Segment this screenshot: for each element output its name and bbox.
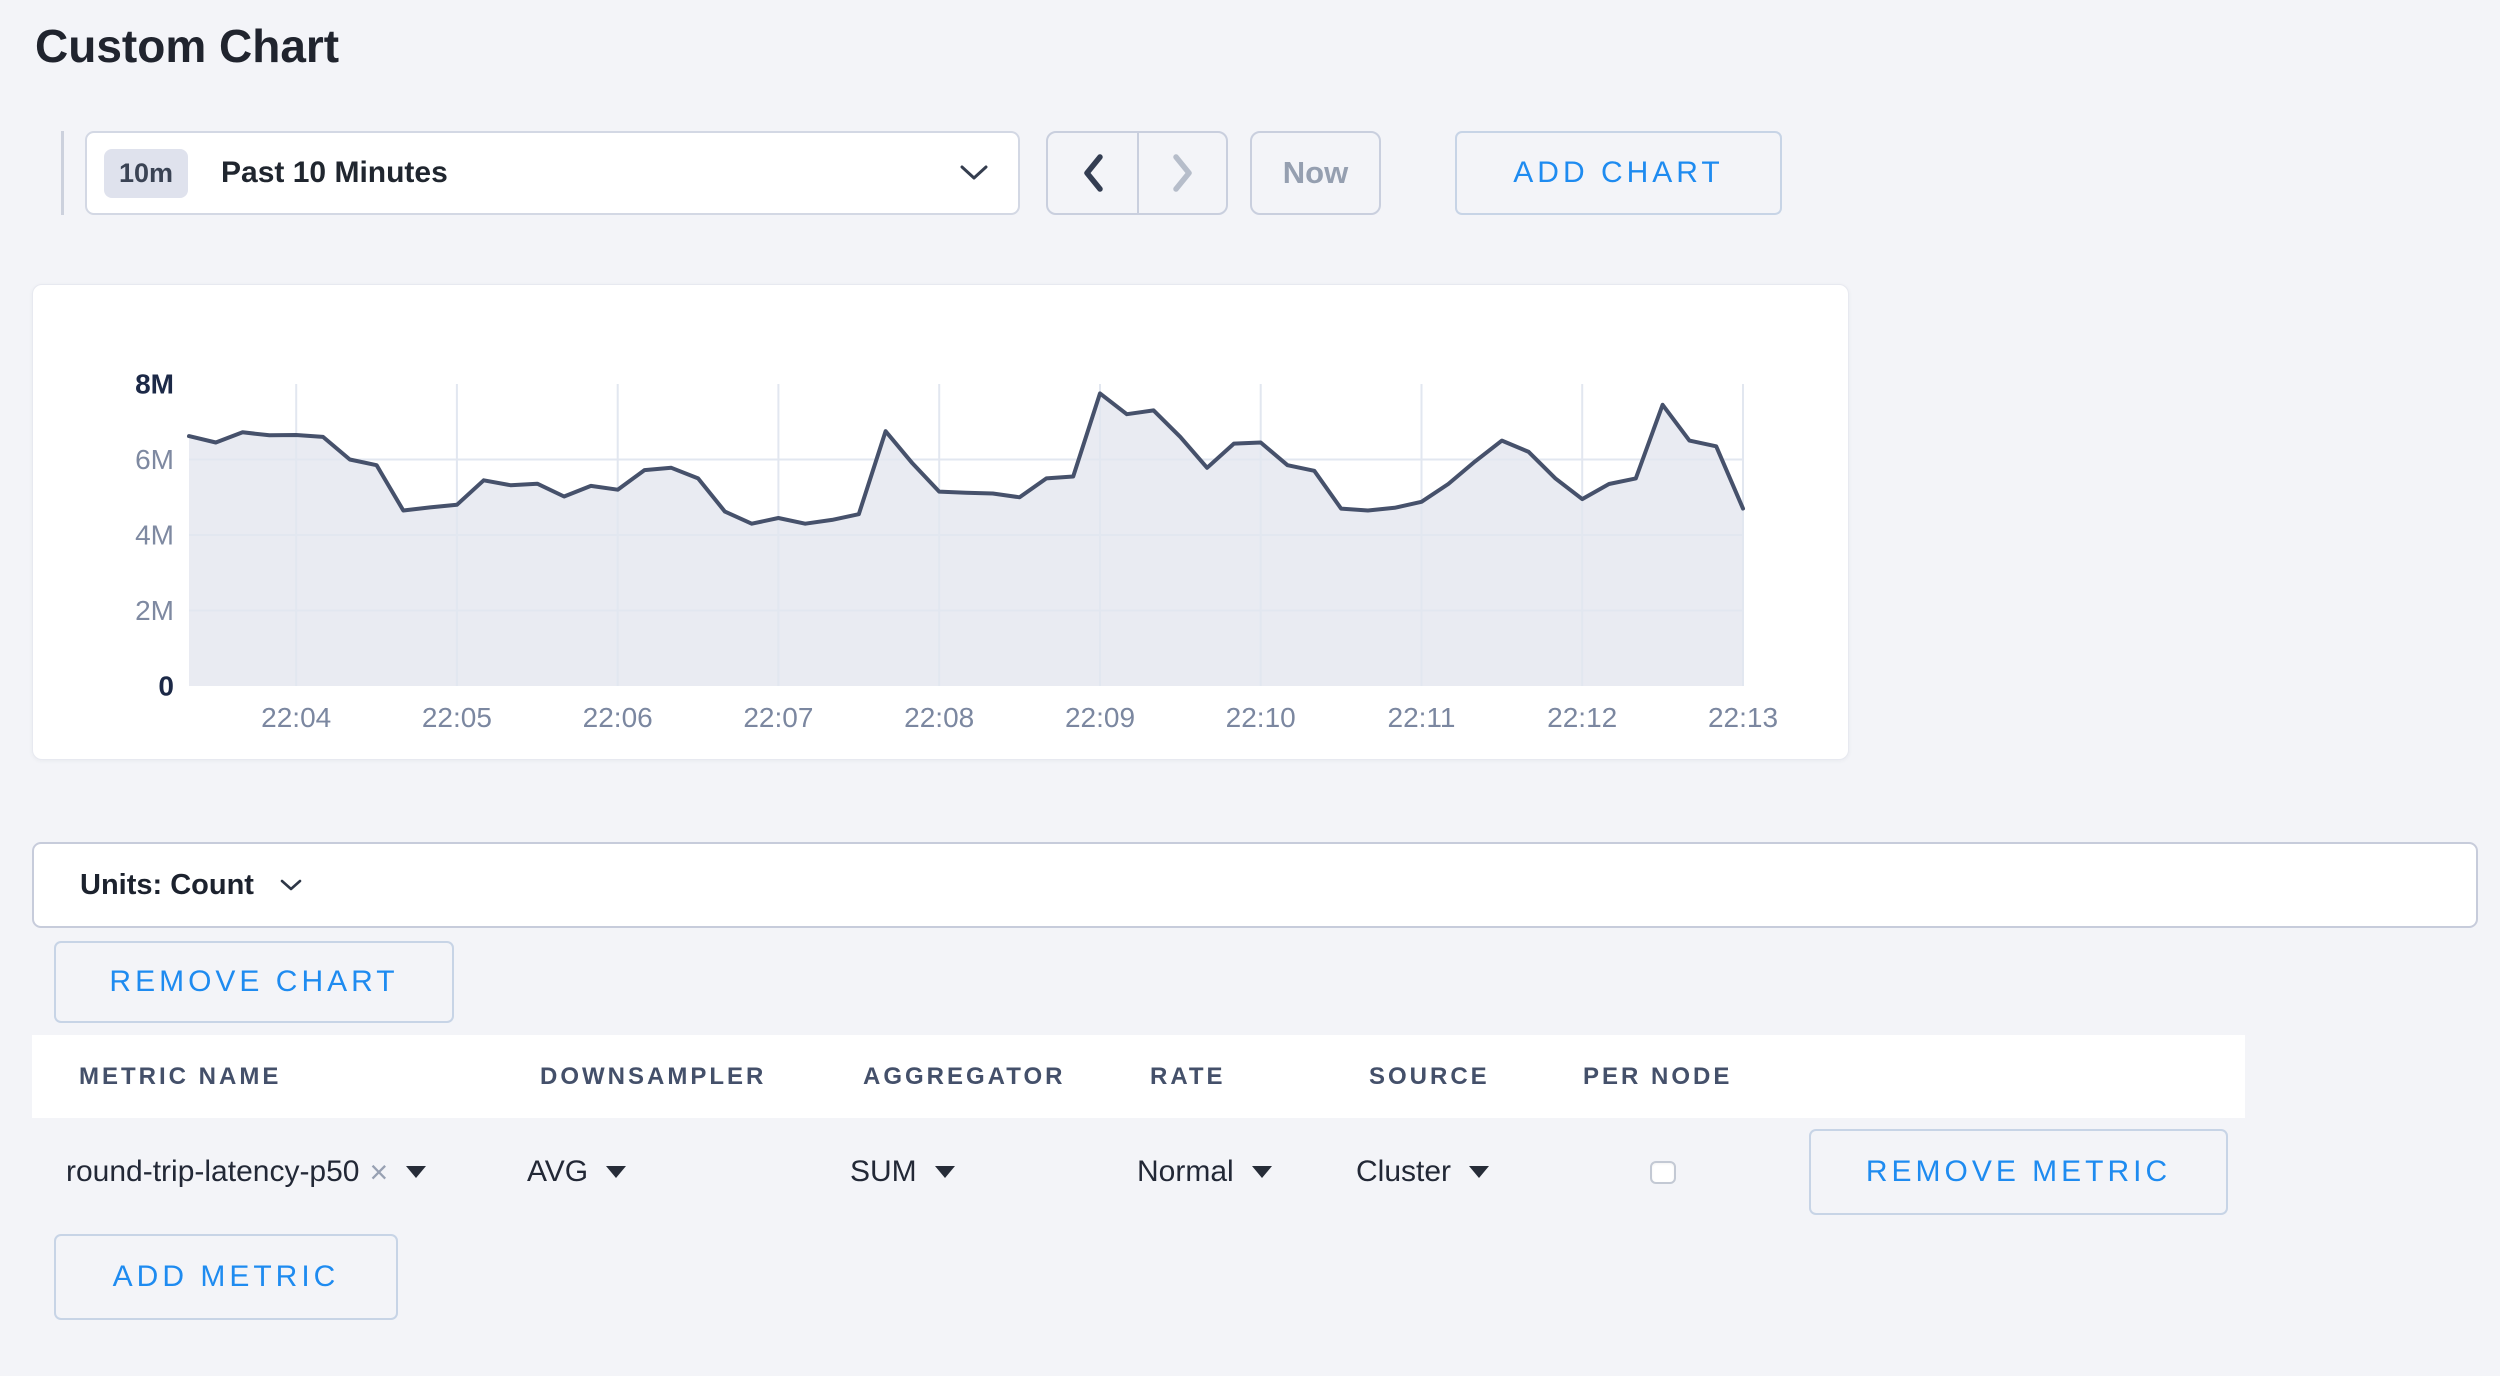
downsampler-value: AVG <box>527 1155 588 1189</box>
rate-select[interactable]: Normal <box>1137 1155 1272 1189</box>
next-time-button[interactable] <box>1137 133 1226 213</box>
dropdown-caret-icon <box>1469 1166 1489 1178</box>
downsampler-select[interactable]: AVG <box>527 1155 626 1189</box>
svg-text:22:09: 22:09 <box>1065 702 1135 733</box>
source-select[interactable]: Cluster <box>1356 1155 1489 1189</box>
svg-text:22:13: 22:13 <box>1708 702 1778 733</box>
svg-text:8M: 8M <box>135 369 174 400</box>
svg-text:4M: 4M <box>135 520 174 551</box>
units-select[interactable]: Units: Count <box>32 842 2478 928</box>
dropdown-caret-icon <box>935 1166 955 1178</box>
metric-name-select[interactable]: round-trip-latency-p50 × <box>66 1155 426 1189</box>
svg-text:2M: 2M <box>135 595 174 626</box>
svg-text:22:08: 22:08 <box>904 702 974 733</box>
header-rate: RATE <box>1103 1063 1322 1091</box>
toolbar: 10m Past 10 Minutes Now ADD CHART <box>32 131 2468 215</box>
remove-metric-button[interactable]: REMOVE METRIC <box>1809 1129 2228 1215</box>
units-label: Units: Count <box>80 869 254 902</box>
chevron-left-icon <box>1081 154 1105 192</box>
time-range-label: Past 10 Minutes <box>221 156 448 190</box>
time-pager <box>1046 131 1228 215</box>
chevron-down-icon <box>280 879 302 892</box>
time-scale-badge: 10m <box>104 149 188 198</box>
svg-text:22:10: 22:10 <box>1226 702 1296 733</box>
svg-text:6M: 6M <box>135 444 174 475</box>
dropdown-caret-icon <box>1252 1166 1272 1178</box>
clear-metric-icon[interactable]: × <box>369 1156 388 1188</box>
chevron-right-icon <box>1171 154 1195 192</box>
aggregator-select[interactable]: SUM <box>850 1155 955 1189</box>
dropdown-caret-icon <box>606 1166 626 1178</box>
header-downsampler: DOWNSAMPLER <box>493 1063 816 1091</box>
remove-chart-button[interactable]: REMOVE CHART <box>54 941 454 1023</box>
metric-chart-card: 8M 6M 4M 2M 0 22:04 22:05 22:06 22:07 22:08 22:09 2… <box>32 284 1849 760</box>
toolbar-left-divider <box>61 131 64 215</box>
metrics-table-header: METRIC NAME DOWNSAMPLER AGGREGATOR RATE … <box>32 1035 2245 1118</box>
source-value: Cluster <box>1356 1155 1451 1189</box>
add-chart-button[interactable]: ADD CHART <box>1455 131 1782 215</box>
svg-text:22:06: 22:06 <box>583 702 653 733</box>
metric-name-value: round-trip-latency-p50 <box>66 1155 359 1189</box>
header-per-node: PER NODE <box>1536 1063 1809 1091</box>
header-metric-name: METRIC NAME <box>32 1063 493 1091</box>
prev-time-button[interactable] <box>1048 133 1137 213</box>
header-source: SOURCE <box>1322 1063 1536 1091</box>
header-aggregator: AGGREGATOR <box>816 1063 1103 1091</box>
svg-text:22:12: 22:12 <box>1547 702 1617 733</box>
svg-text:0: 0 <box>158 671 174 702</box>
page-title: Custom Chart <box>35 20 2468 72</box>
metric-chart: 8M 6M 4M 2M 0 22:04 22:05 22:06 22:07 22:08 22:09 2… <box>33 285 1848 759</box>
chevron-down-icon <box>960 165 988 181</box>
svg-text:22:11: 22:11 <box>1388 702 1456 733</box>
time-range-select[interactable]: 10m Past 10 Minutes <box>85 131 1020 215</box>
svg-text:22:07: 22:07 <box>743 702 813 733</box>
add-metric-button[interactable]: ADD METRIC <box>54 1234 398 1320</box>
rate-value: Normal <box>1137 1155 1234 1189</box>
dropdown-caret-icon <box>406 1166 426 1178</box>
per-node-checkbox[interactable] <box>1650 1161 1676 1184</box>
now-button[interactable]: Now <box>1250 131 1381 215</box>
metric-row: round-trip-latency-p50 × AVG SUM Normal <box>32 1118 2245 1226</box>
svg-text:22:05: 22:05 <box>422 702 492 733</box>
aggregator-value: SUM <box>850 1155 917 1189</box>
svg-text:22:04: 22:04 <box>261 702 331 733</box>
